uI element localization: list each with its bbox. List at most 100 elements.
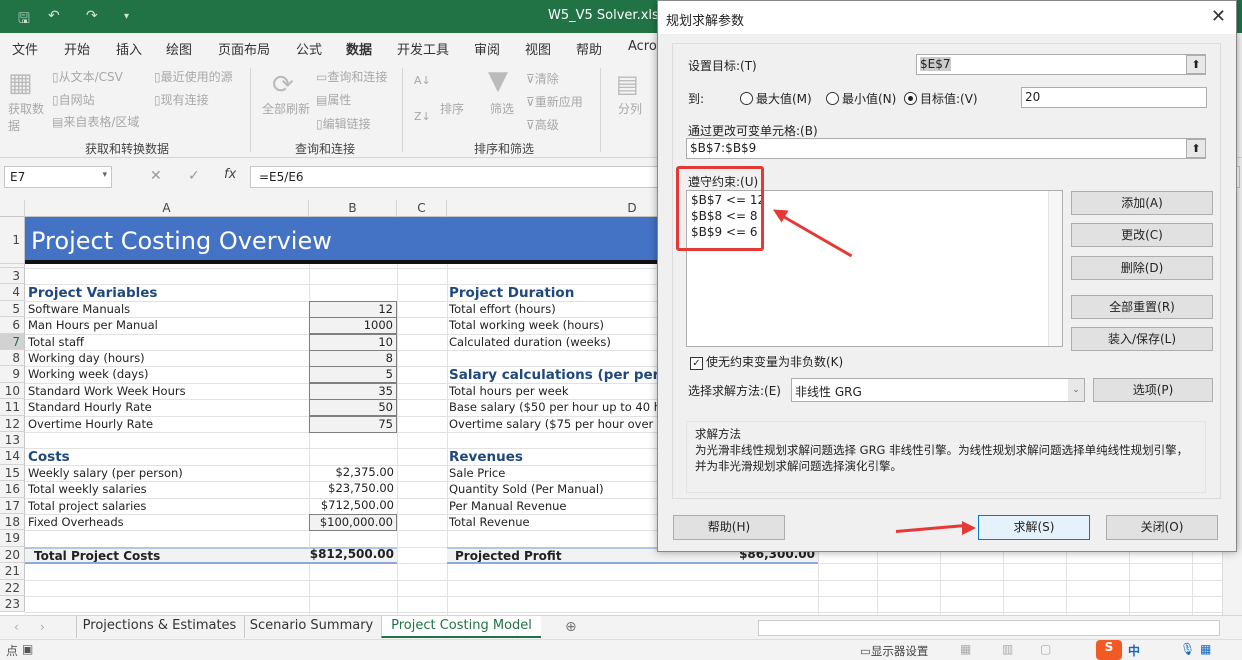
change-constraint-button[interactable]: 更改(C) (1071, 223, 1213, 247)
ime-language[interactable]: 中 (1128, 642, 1140, 659)
row-header-14[interactable]: 14 (0, 448, 25, 465)
horizontal-scrollbar[interactable] (758, 620, 1220, 636)
changing-cells-input[interactable]: $B$7:$B$9 (686, 138, 1206, 159)
cell-label[interactable]: Standard Hourly Rate (28, 400, 308, 414)
clear-button[interactable]: ⊽清除 (526, 70, 559, 87)
normal-view-icon[interactable]: ▦ (960, 642, 971, 656)
add-constraint-button[interactable]: 添加(A) (1071, 191, 1213, 215)
cell-label[interactable]: Total staff (28, 335, 308, 349)
sheet-tab[interactable]: Projections & Estimates (76, 616, 242, 638)
scroll-tabs-right-icon[interactable]: › (40, 620, 45, 634)
cell-label[interactable]: Salary calculations (per person p (449, 367, 657, 383)
cell-label[interactable]: Working week (days) (28, 367, 308, 381)
tab-1[interactable]: 开始 (64, 39, 90, 58)
close-icon[interactable]: ✕ (1211, 6, 1226, 27)
page-layout-icon[interactable]: ▥ (1002, 642, 1013, 656)
tab-7[interactable]: 开发工具 (397, 39, 449, 58)
cell-value[interactable]: 5 (309, 366, 397, 384)
collapse-dialog-icon[interactable]: ⬆ (1186, 55, 1206, 74)
cell-value[interactable]: $2,375.00 (309, 465, 397, 482)
tab-9[interactable]: 视图 (525, 39, 551, 58)
row-header-23[interactable]: 23 (0, 596, 25, 613)
cell-label[interactable]: Per Manual Revenue (449, 499, 657, 513)
row-header-13[interactable]: 13 (0, 432, 25, 449)
column-header-B[interactable]: B (309, 200, 397, 217)
sort-button[interactable]: 排序 (440, 100, 464, 117)
cell-value[interactable]: $712,500.00 (309, 498, 397, 515)
queries-connections-button[interactable]: ▭查询和连接 (316, 68, 387, 85)
existing-connections-button[interactable]: ▯现有连接 (154, 91, 209, 108)
sort-desc-icon[interactable]: Z↓ (414, 110, 431, 123)
solve-button[interactable]: 求解(S) (978, 515, 1090, 540)
row-header-6[interactable]: 6 (0, 317, 25, 334)
select-all-corner[interactable] (0, 200, 25, 217)
cell-label[interactable]: Overtime Hourly Rate (28, 417, 308, 431)
cell-label[interactable]: Revenues (449, 449, 657, 465)
tab-5[interactable]: 公式 (296, 39, 322, 58)
solving-method-select[interactable]: 非线性 GRG ⌄ (791, 378, 1085, 402)
refresh-all-button[interactable]: 全部刷新 (262, 100, 310, 117)
cell-value[interactable]: 75 (309, 415, 397, 433)
row-header-10[interactable]: 10 (0, 382, 25, 400)
reapply-button[interactable]: ⊽重新应用 (526, 93, 583, 110)
sheet-tab[interactable]: Project Costing Model (381, 616, 541, 638)
tab-0[interactable]: 文件 (12, 39, 38, 58)
row-header-1[interactable]: 1 (0, 217, 25, 264)
row-header-12[interactable]: 12 (0, 415, 25, 432)
row-header-9[interactable]: 9 (0, 366, 25, 383)
row-header-11[interactable]: 11 (0, 399, 25, 416)
row-header-7[interactable]: 7 (0, 333, 25, 350)
tab-10[interactable]: 帮助 (576, 39, 602, 58)
column-header-C[interactable]: C (397, 200, 447, 217)
text-to-columns-button[interactable]: 分列 (618, 100, 642, 117)
row-header-4[interactable]: 4 (0, 284, 25, 301)
sort-asc-icon[interactable]: A↓ (414, 74, 431, 87)
cell-value[interactable]: 8 (309, 350, 397, 367)
scroll-tabs-left-icon[interactable]: ‹ (14, 620, 19, 634)
enter-icon[interactable]: ✓ (188, 168, 200, 184)
tab-2[interactable]: 插入 (116, 39, 142, 58)
row-header-8[interactable]: 8 (0, 350, 25, 367)
cell-label[interactable]: Total hours per week (449, 384, 657, 398)
undo-icon[interactable]: ↶ (48, 8, 60, 24)
get-data-button[interactable]: 获取数据 (8, 100, 48, 134)
constraints-scrollbar[interactable] (1048, 191, 1062, 346)
save-icon[interactable]: 🖫 (18, 8, 30, 32)
column-header-A[interactable]: A (25, 200, 309, 217)
cell-value[interactable]: 12 (309, 300, 397, 318)
cell-label[interactable]: Calculated duration (weeks) (449, 335, 657, 349)
row-header-19[interactable]: 19 (0, 530, 25, 547)
from-web-button[interactable]: ▯自网站 (52, 91, 95, 108)
radio-value-of[interactable]: 目标值:(V) (904, 90, 978, 107)
edit-links-button[interactable]: ▯编辑链接 (316, 115, 371, 132)
cell-label[interactable]: Project Variables (28, 285, 308, 301)
delete-constraint-button[interactable]: 删除(D) (1071, 256, 1213, 280)
tab-11[interactable]: Acro (628, 39, 657, 54)
reset-all-button[interactable]: 全部重置(R) (1071, 295, 1213, 319)
cell-value[interactable]: 50 (309, 399, 397, 417)
cell-label[interactable]: Standard Work Week Hours (28, 384, 308, 398)
total-costs-value[interactable]: $812,500.00 (309, 547, 397, 564)
cell-label[interactable]: Total working week (hours) (449, 318, 657, 332)
cell-label[interactable]: Man Hours per Manual (28, 318, 308, 332)
cell-label[interactable]: Quantity Sold (Per Manual) (449, 482, 657, 496)
options-button[interactable]: 选项(P) (1093, 378, 1213, 402)
tab-4[interactable]: 页面布局 (218, 39, 270, 58)
cell-value[interactable]: $23,750.00 (309, 481, 397, 498)
cell-label[interactable]: Weekly salary (per person) (28, 466, 308, 480)
row-header-3[interactable]: 3 (0, 268, 25, 285)
cell-label[interactable]: Sale Price (449, 466, 657, 480)
properties-button[interactable]: ▤属性 (316, 91, 351, 108)
row-header-5[interactable]: 5 (0, 300, 25, 318)
close-button[interactable]: 关闭(O) (1106, 515, 1218, 540)
row-header-17[interactable]: 17 (0, 497, 25, 514)
cancel-icon[interactable]: ✕ (150, 168, 162, 184)
add-sheet-icon[interactable]: ⊕ (565, 619, 577, 635)
cell-label[interactable]: Total effort (hours) (449, 302, 657, 316)
insert-function-icon[interactable]: fx (224, 167, 236, 182)
collapse-dialog-icon[interactable]: ⬆ (1186, 139, 1206, 158)
cell-label[interactable]: Software Manuals (28, 302, 308, 316)
recent-sources-button[interactable]: ▯最近使用的源 (154, 68, 233, 85)
row-header-18[interactable]: 18 (0, 514, 25, 531)
cell-label[interactable]: Total Revenue (449, 515, 657, 529)
